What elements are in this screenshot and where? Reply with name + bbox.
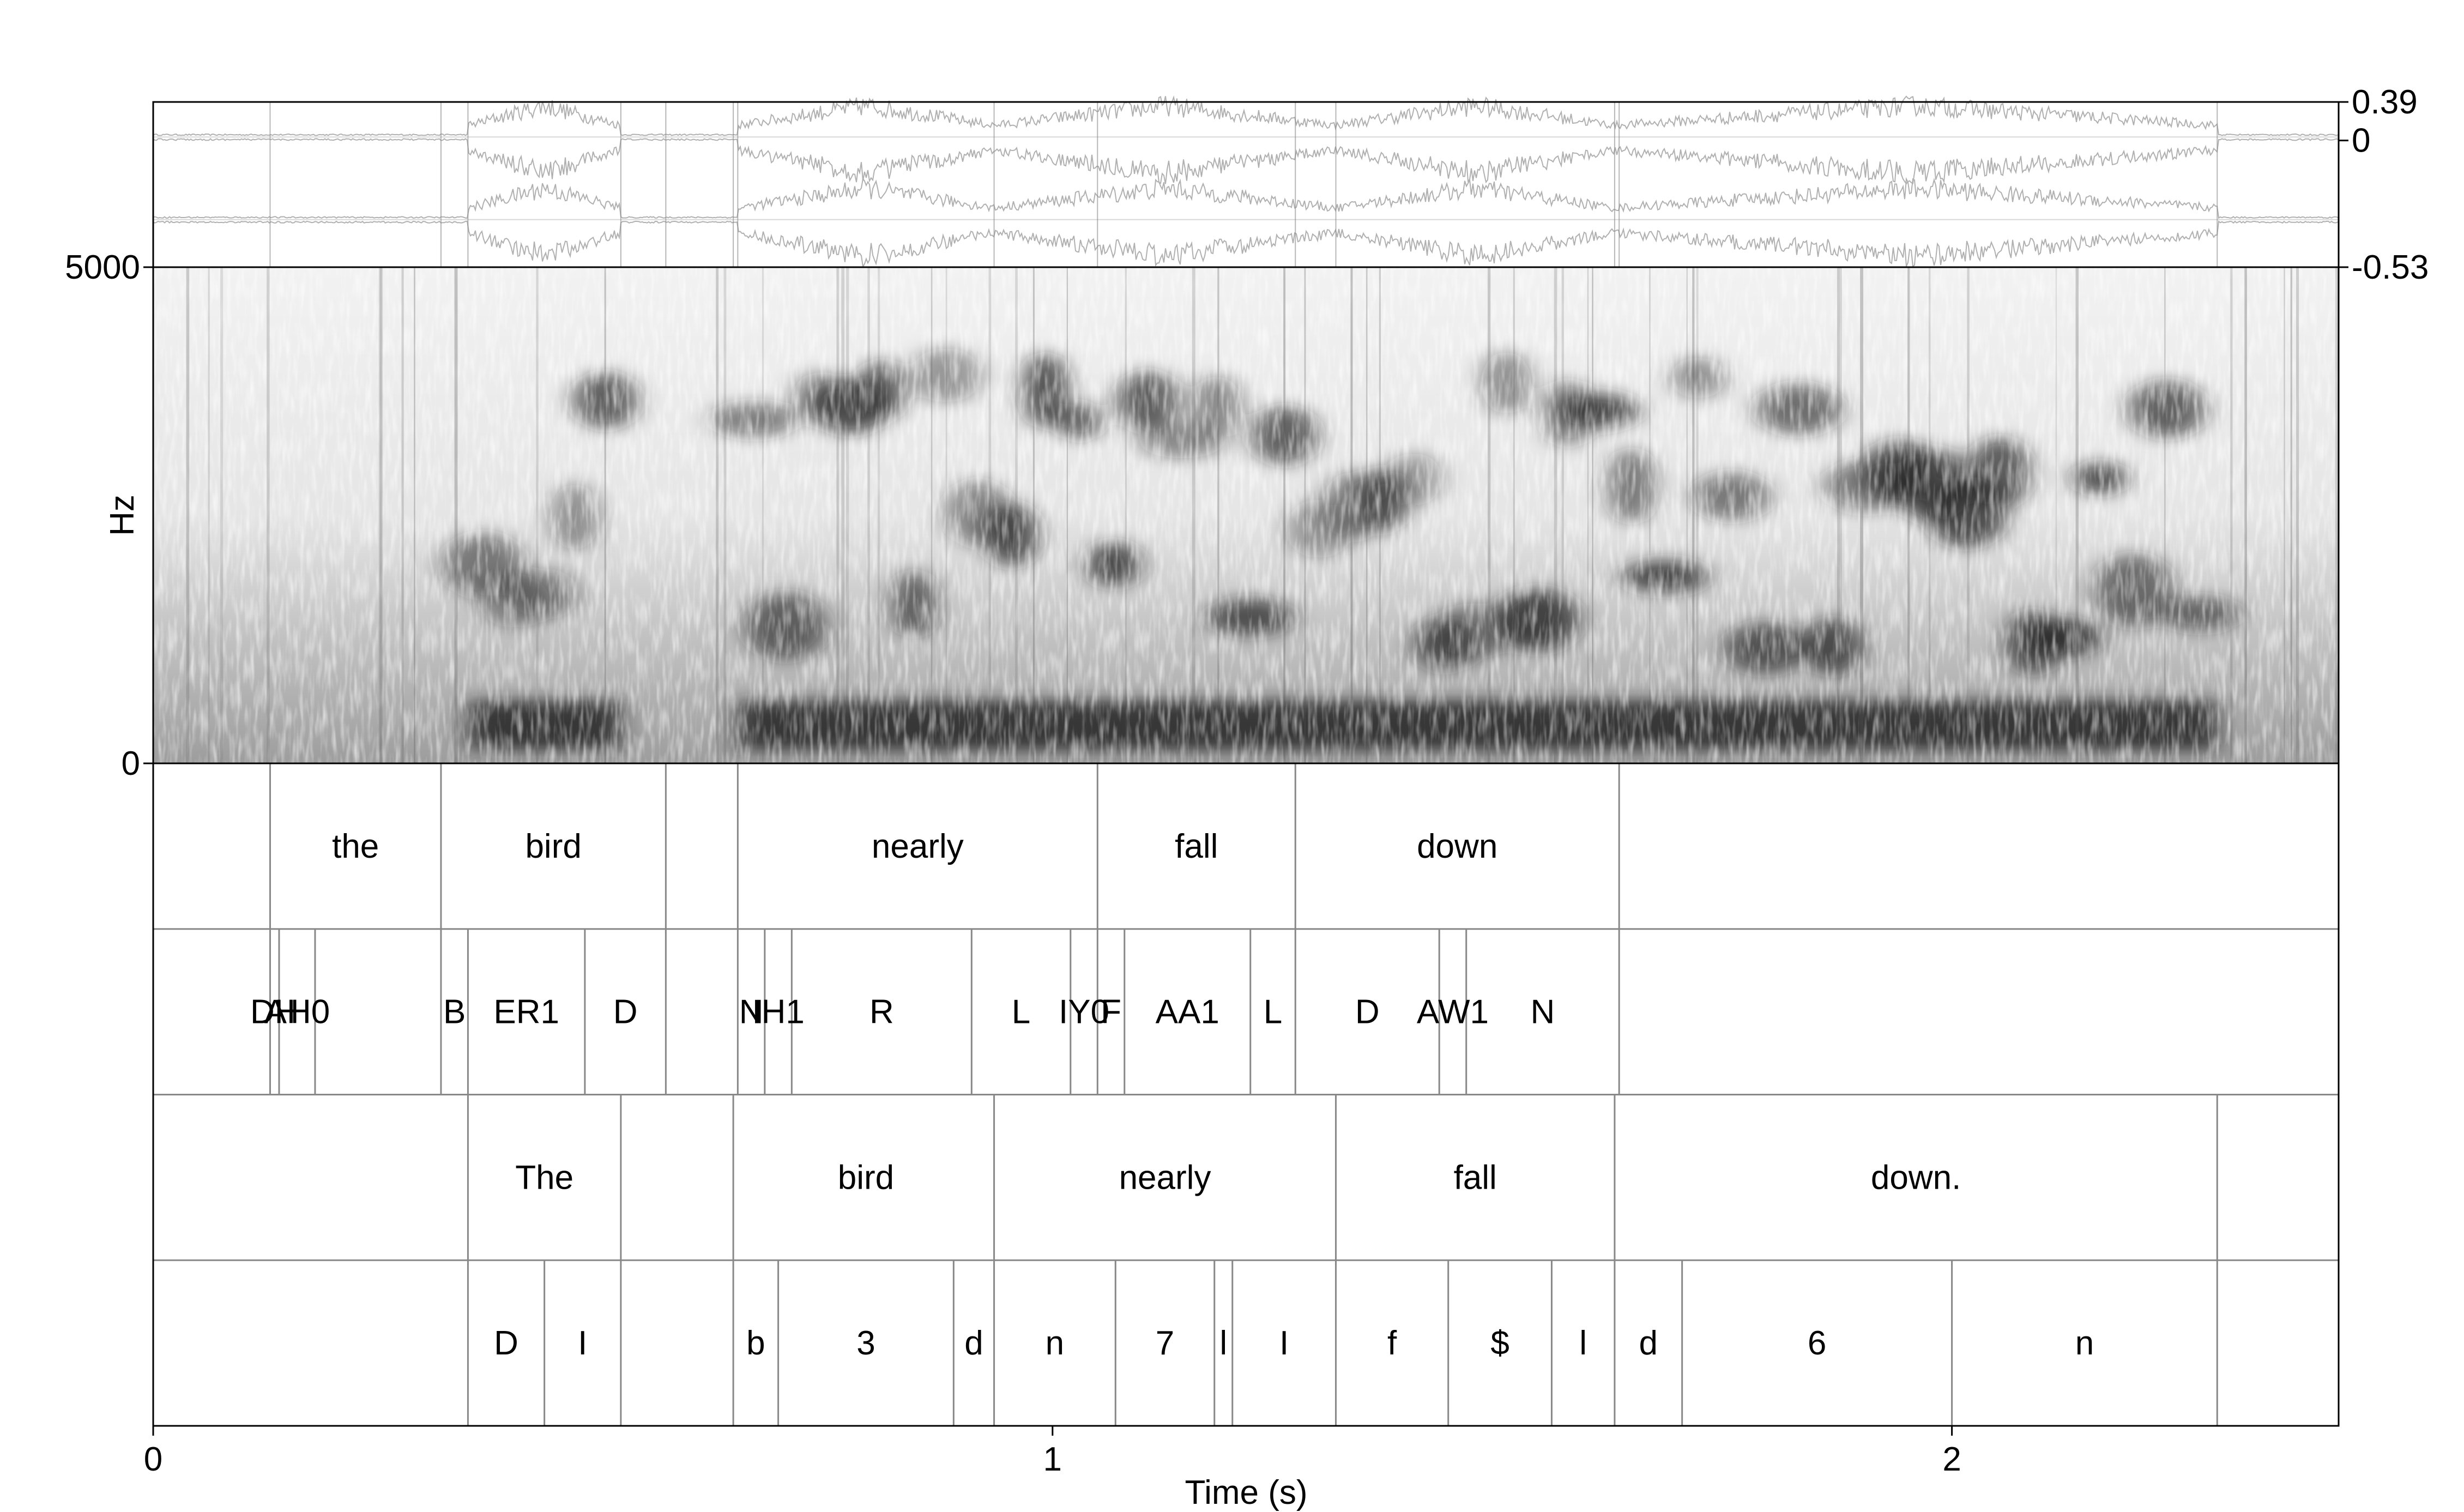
interval-label: L <box>1012 993 1030 1031</box>
interval-label: 6 <box>1808 1324 1826 1362</box>
interval-label: B <box>443 993 466 1031</box>
interval-label: I <box>578 1324 587 1362</box>
spectrogram-figure: the bird nearly fall downDHAH0 B ER1 D NIH1 R L IY0… <box>65 83 2429 1511</box>
interval-label: I <box>1279 1324 1289 1362</box>
interval-label: fall <box>1454 1159 1497 1196</box>
interval-label: down <box>1417 828 1497 865</box>
interval-label: F <box>1101 993 1121 1031</box>
x-tick-label: 2 <box>1942 1441 1961 1478</box>
interval-label: AA1 <box>1156 993 1219 1031</box>
interval-label: nearly <box>872 828 964 865</box>
interval-label: bird <box>525 828 581 865</box>
interval-label: D <box>1355 993 1380 1031</box>
interval-label: f <box>1387 1324 1397 1362</box>
amp-tick-label: 0 <box>2352 122 2370 160</box>
interval-label: R <box>869 993 894 1031</box>
interval-label: IH1 <box>752 993 804 1031</box>
spectrogram-panel <box>153 267 2339 763</box>
interval-label: $ <box>1490 1324 1509 1362</box>
waveform-panel <box>153 95 2339 268</box>
interval-label: l <box>1579 1324 1587 1362</box>
interval-label: L <box>1264 993 1282 1031</box>
spectrogram-noise <box>153 267 2339 763</box>
x-tick-label: 0 <box>144 1441 162 1478</box>
interval-label: b <box>746 1324 765 1362</box>
interval-label: ER1 <box>493 993 559 1031</box>
interval-label: fall <box>1175 828 1218 865</box>
interval-label: nearly <box>1119 1159 1211 1196</box>
interval-label: d <box>1639 1324 1658 1362</box>
interval-label: down. <box>1871 1159 1961 1196</box>
y-tick-label: 5000 <box>65 249 140 286</box>
interval-label: the <box>332 828 379 865</box>
interval-label: N <box>1531 993 1555 1031</box>
interval-label: D <box>613 993 638 1031</box>
interval-label: 7 <box>1156 1324 1174 1362</box>
interval-label: n <box>1046 1324 1064 1362</box>
interval-label: d <box>964 1324 983 1362</box>
interval-label: n <box>2075 1324 2094 1362</box>
interval-label: bird <box>838 1159 894 1196</box>
interval-label: AH0 <box>264 993 330 1031</box>
amp-tick-label: 0.39 <box>2352 83 2418 121</box>
interval-label: 3 <box>856 1324 875 1362</box>
interval-label: The <box>515 1159 573 1196</box>
interval-label: l <box>1219 1324 1227 1362</box>
y-axis-label: Hz <box>104 495 141 536</box>
interval-label: D <box>494 1324 518 1362</box>
waveform-background <box>153 102 2339 267</box>
interval-label: AW1 <box>1417 993 1489 1031</box>
x-tick-label: 1 <box>1043 1441 1062 1478</box>
y-tick-label: 0 <box>122 745 140 782</box>
x-axis-label: Time (s) <box>1185 1474 1308 1511</box>
amp-tick-label: -0.53 <box>2352 249 2429 286</box>
